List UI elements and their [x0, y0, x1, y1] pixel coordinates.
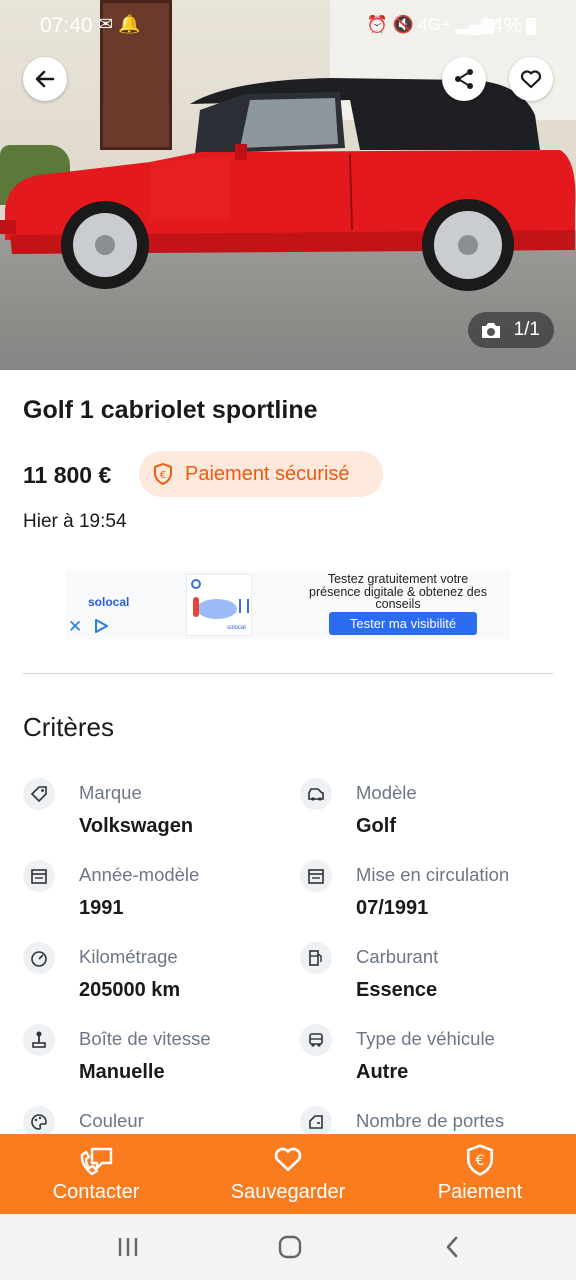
divider: [23, 673, 553, 674]
vehicle-type-icon: [300, 1024, 332, 1056]
back-arrow-icon: [35, 70, 55, 88]
payment-button[interactable]: € Paiement: [384, 1134, 576, 1214]
ad-illustration: [197, 599, 237, 619]
criteria-value: Volkswagen: [79, 815, 194, 837]
criteria-value: Essence: [356, 979, 438, 1001]
battery-level: 94%: [479, 14, 522, 37]
share-icon: [455, 69, 473, 89]
criteria-label: Kilométrage: [79, 946, 178, 967]
criteria-item-mise-en-circulation: Mise en circulation 07/1991: [300, 852, 570, 922]
fuel-pump-icon: [300, 942, 332, 974]
save-button[interactable]: Sauvegarder: [192, 1134, 384, 1214]
car-photo: [0, 78, 576, 291]
criteria-item-modele: Modèle Golf: [300, 770, 570, 840]
ad-figure: [193, 597, 199, 617]
criteria-item-boite-de-vitesse: Boîte de vitesse Manuelle: [23, 1016, 293, 1086]
criteria-label: Année-modèle: [79, 864, 200, 885]
status-bar: 07:40 ✉ 🔔 ⏰ 🔇 4G+ ▂▄▆ 94%: [0, 0, 576, 52]
payment-label: Paiement: [437, 1181, 523, 1203]
criteria-value: 205000 km: [79, 979, 181, 1001]
gear-stick-icon: [23, 1024, 55, 1056]
gmail-icon: ✉ 🔔: [98, 14, 141, 34]
back-button[interactable]: [23, 57, 67, 101]
recent-apps-icon: [118, 1238, 138, 1256]
battery-icon: [526, 18, 536, 35]
car-model-icon: [300, 778, 332, 810]
favorite-button[interactable]: [509, 57, 553, 101]
criteria-label: Mise en circulation: [356, 864, 510, 885]
ad-thumbnail: solocal: [186, 574, 252, 636]
photo-counter-text: 1/1: [513, 319, 540, 340]
criteria-value: Manuelle: [79, 1061, 165, 1083]
criteria-label: Modèle: [356, 782, 417, 803]
criteria-value: 07/1991: [356, 897, 429, 919]
criteria-item-carburant: Carburant Essence: [300, 934, 570, 1004]
save-label: Sauvegarder: [230, 1181, 346, 1203]
ad-chart-icon: [239, 599, 249, 613]
criteria-value: Autre: [356, 1061, 409, 1083]
contact-button[interactable]: Contacter: [0, 1134, 192, 1214]
ad-cta-button[interactable]: Tester ma visibilité: [329, 612, 477, 635]
calendar-icon: [300, 860, 332, 892]
back-chevron-icon: [446, 1236, 458, 1258]
criteria-title: Critères: [23, 712, 115, 742]
heart-icon: [520, 70, 542, 89]
euro-shield-icon: €: [466, 1144, 494, 1176]
criteria-label: Marque: [79, 782, 142, 803]
criteria-item-annee-modele: Année-modèle 1991: [23, 852, 293, 922]
system-nav-bar: [0, 1214, 576, 1280]
listing-date: Hier à 19:54: [23, 511, 127, 532]
svg-text:€: €: [475, 1153, 484, 1169]
listing-title: Golf 1 cabriolet sportline: [23, 396, 318, 424]
speedometer-icon: [23, 942, 55, 974]
ad-text: Testez gratuitement votre présence digit…: [309, 572, 487, 611]
recent-apps-button[interactable]: [108, 1232, 148, 1262]
ad-banner[interactable]: solocal ✕ solocal Testez gratuitement vo…: [66, 571, 510, 639]
contact-label: Contacter: [52, 1181, 140, 1203]
ad-close-icon[interactable]: ✕: [68, 617, 82, 637]
criteria-item-marque: Marque Volkswagen: [23, 770, 293, 840]
svg-text:€: €: [160, 470, 166, 481]
heart-icon: [274, 1147, 302, 1171]
camera-icon: [482, 323, 500, 338]
phone-message-icon: [80, 1147, 113, 1176]
criteria-value: Golf: [356, 815, 396, 837]
network-type: 4G+: [418, 15, 452, 34]
listing-photo[interactable]: 07:40 ✉ 🔔 ⏰ 🔇 4G+ ▂▄▆ 94% 1/1: [0, 0, 576, 370]
criteria-label: Boîte de vitesse: [79, 1028, 211, 1049]
ad-thumb-brand: solocal: [227, 625, 246, 631]
home-icon: [278, 1235, 302, 1259]
secure-payment-label: Paiement sécurisé: [185, 462, 350, 485]
criteria-value: 1991: [79, 897, 124, 919]
criteria-label: Nombre de portes: [356, 1110, 505, 1131]
ad-choices-icon[interactable]: [93, 618, 109, 634]
status-time: 07:40: [40, 14, 93, 37]
criteria-item-kilometrage: Kilométrage 205000 km: [23, 934, 293, 1004]
criteria-item-type-de-vehicule: Type de véhicule Autre: [300, 1016, 570, 1086]
home-button[interactable]: [270, 1232, 310, 1262]
euro-shield-icon: €: [154, 462, 172, 486]
ad-brand: solocal: [88, 595, 130, 609]
calendar-icon: [23, 860, 55, 892]
secure-payment-badge[interactable]: € Paiement sécurisé: [139, 451, 383, 497]
listing-price: 11 800 €: [23, 462, 112, 488]
action-bar: Contacter Sauvegarder € Paiement: [0, 1134, 576, 1214]
criteria-label: Type de véhicule: [356, 1028, 495, 1049]
share-button[interactable]: [442, 57, 486, 101]
tag-icon: [23, 778, 55, 810]
criteria-label: Carburant: [356, 946, 439, 967]
photo-counter[interactable]: 1/1: [468, 312, 554, 348]
ad-logo-icon: [191, 579, 201, 589]
criteria-label: Couleur: [79, 1110, 144, 1131]
signal-icon: ⏰ 🔇 4G+ ▂▄▆: [366, 15, 494, 34]
back-nav-button[interactable]: [432, 1232, 472, 1262]
